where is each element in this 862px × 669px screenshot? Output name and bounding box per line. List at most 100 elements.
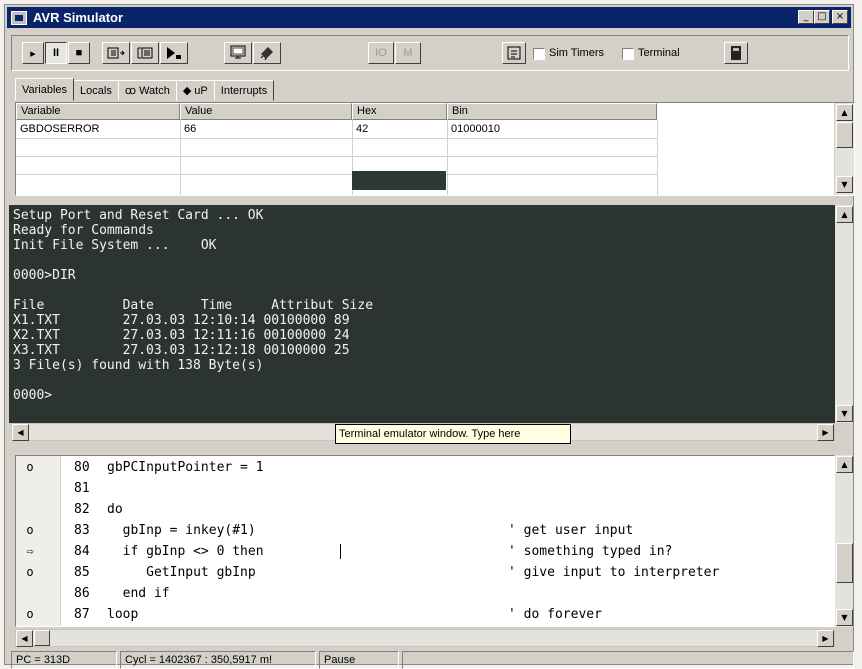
refresh-button[interactable] <box>502 42 526 64</box>
minimize-button[interactable]: _ <box>798 10 814 24</box>
close-button[interactable]: × <box>832 10 848 24</box>
calculator-button[interactable] <box>724 42 748 64</box>
code-line[interactable]: ⇨ 84 if gbInp <> 0 then ' something typed … <box>16 541 834 562</box>
code-vertical-scrollbar[interactable]: ▲ ▼ <box>835 455 853 627</box>
tab-interrupts-label: Interrupts <box>220 84 268 97</box>
line-number: 85 <box>74 565 90 580</box>
io-button[interactable]: IO <box>368 42 394 64</box>
code-comment: ' get user input <box>508 523 634 538</box>
variable-value-cell[interactable]: 66 <box>180 120 352 138</box>
memory-button[interactable]: M <box>395 42 421 64</box>
current-line-arrow-icon[interactable]: ⇨ <box>16 541 44 562</box>
app-icon <box>11 10 27 25</box>
breakpoint-marker-icon[interactable]: o <box>16 604 44 625</box>
stop-button[interactable]: ■ <box>68 42 90 64</box>
code-text: if gbInp <> 0 then <box>107 544 264 559</box>
terminal-output[interactable]: Setup Port and Reset Card ... OK Ready fo… <box>9 205 835 423</box>
variables-vertical-scrollbar[interactable]: ▲ ▼ <box>834 103 854 195</box>
maximize-button[interactable]: □ <box>814 10 830 24</box>
scroll-down-arrow-icon[interactable]: ▼ <box>836 176 853 193</box>
scroll-thumb[interactable] <box>836 543 853 583</box>
breakpoint-marker-icon[interactable]: o <box>16 457 44 478</box>
title-bar[interactable]: AVR Simulator _ □ × <box>7 7 851 28</box>
scroll-up-arrow-icon[interactable]: ▲ <box>836 206 853 223</box>
stop-icon: ■ <box>75 47 83 59</box>
tab-watch[interactable]: ꝏ Watch <box>117 80 177 101</box>
code-text: loop <box>107 607 139 622</box>
breakpoint-marker-icon[interactable]: o <box>16 562 44 583</box>
tab-locals[interactable]: Locals <box>73 80 119 101</box>
pause-icon: II <box>52 47 60 59</box>
scroll-right-arrow-icon[interactable]: ▶ <box>817 630 834 647</box>
column-header-hex[interactable]: Hex <box>352 103 447 120</box>
sim-timers-checkbox[interactable] <box>533 48 545 60</box>
refresh-icon <box>507 46 521 60</box>
chip-icon: ◆ <box>182 85 192 97</box>
terminal-line: 3 File(s) found with 138 Byte(s) <box>13 358 264 373</box>
tab-variables[interactable]: Variables <box>15 78 75 101</box>
tab-up[interactable]: ◆ uP <box>175 80 215 101</box>
status-pc: PC = 313D <box>11 651 117 669</box>
run-to-cursor-button[interactable] <box>160 42 188 64</box>
pause-button[interactable]: II <box>45 42 67 64</box>
step-into-icon <box>107 47 125 59</box>
code-text: end if <box>107 586 170 601</box>
tab-interrupts[interactable]: Interrupts <box>213 80 275 101</box>
tab-strip: Variables Locals ꝏ Watch ◆ uP Interrupts <box>15 78 275 102</box>
status-bar: PC = 313D Cycl = 1402367 : 350,5917 m! P… <box>11 651 854 669</box>
monitor-button[interactable] <box>224 42 252 64</box>
play-icon: ▸ <box>30 47 36 60</box>
step-into-button[interactable] <box>102 42 130 64</box>
terminal-checkbox[interactable] <box>622 48 634 60</box>
scroll-up-arrow-icon[interactable]: ▲ <box>836 456 853 473</box>
scroll-left-arrow-icon[interactable]: ◀ <box>16 630 33 647</box>
scroll-down-arrow-icon[interactable]: ▼ <box>836 609 853 626</box>
code-text: do <box>107 502 123 517</box>
variable-bin-cell[interactable]: 01000010 <box>447 120 657 138</box>
code-comment: ' something typed in? <box>508 544 673 559</box>
terminal-line: X1.TXT 27.03.03 12:10:14 00100000 89 <box>13 313 350 328</box>
step-over-button[interactable] <box>131 42 159 64</box>
variables-table[interactable]: Variable Value Hex Bin GBDOSERROR 66 42 … <box>15 102 855 196</box>
code-line[interactable]: o 85 GetInput gbInp ' give input to interp… <box>16 562 834 583</box>
code-line[interactable]: 81 <box>16 478 834 499</box>
variable-hex-cell[interactable]: 42 <box>352 120 447 138</box>
code-line[interactable]: 82 do <box>16 499 834 520</box>
run-button[interactable]: ▸ <box>22 42 44 64</box>
window-title: AVR Simulator <box>33 10 124 25</box>
column-header-bin[interactable]: Bin <box>447 103 657 120</box>
variable-name-cell: GBDOSERROR <box>20 123 100 135</box>
scroll-down-arrow-icon[interactable]: ▼ <box>836 405 853 422</box>
code-comment: ' give input to interpreter <box>508 565 720 580</box>
column-header-value[interactable]: Value <box>180 103 352 120</box>
breakpoint-marker-icon[interactable]: o <box>16 520 44 541</box>
run-to-cursor-icon <box>167 47 181 59</box>
code-horizontal-scrollbar[interactable]: ◀ ▶ <box>15 629 835 647</box>
scroll-thumb[interactable] <box>836 122 853 148</box>
code-line[interactable]: 86 end if <box>16 583 834 604</box>
scroll-up-arrow-icon[interactable]: ▲ <box>836 104 853 121</box>
chip-button[interactable] <box>253 42 281 64</box>
step-over-icon <box>137 47 153 59</box>
scroll-right-arrow-icon[interactable]: ▶ <box>817 424 834 441</box>
scroll-thumb[interactable] <box>34 630 50 646</box>
status-cycles: Cycl = 1402367 : 350,5917 m! <box>120 651 316 669</box>
terminal-line: 0000> <box>13 388 53 403</box>
terminal-line: X3.TXT 27.03.03 12:12:18 00100000 25 <box>13 343 350 358</box>
source-code-editor[interactable]: o 80 gbPCInputPointer = 1 81 82 do o 83 gbInp =… <box>15 455 835 627</box>
line-number: 87 <box>74 607 90 622</box>
terminal-vertical-scrollbar[interactable]: ▲ ▼ <box>835 205 853 423</box>
code-line[interactable]: o 80 gbPCInputPointer = 1 <box>16 457 834 478</box>
terminal-line: 0000>DIR <box>13 268 76 283</box>
monitor-icon <box>230 45 246 59</box>
selected-cell[interactable] <box>352 171 446 190</box>
scroll-left-arrow-icon[interactable]: ◀ <box>12 424 29 441</box>
code-line[interactable]: o 83 gbInp = inkey(#1) ' get user input <box>16 520 834 541</box>
code-line[interactable]: o 87 loop ' do forever <box>16 604 834 625</box>
line-number: 82 <box>74 502 90 517</box>
status-state: Pause <box>319 651 399 669</box>
column-header-variable[interactable]: Variable <box>16 103 180 120</box>
